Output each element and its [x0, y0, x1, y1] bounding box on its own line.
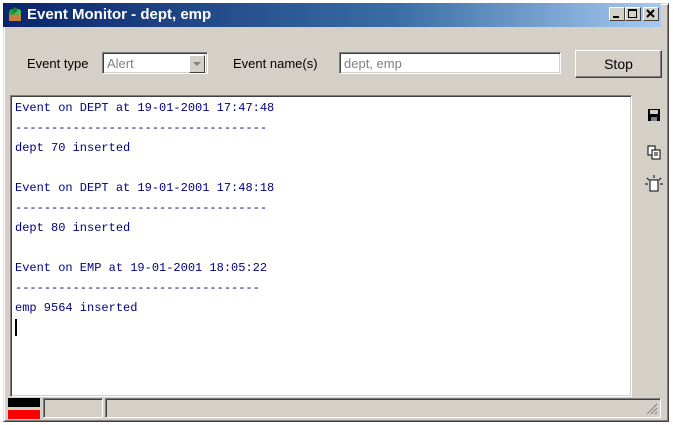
log-line: ----------------------------------- — [15, 201, 268, 215]
log-line: ----------------------------------- — [15, 121, 268, 135]
maximize-icon — [628, 9, 637, 18]
stop-button[interactable]: Stop — [575, 50, 662, 78]
save-icon[interactable] — [645, 106, 663, 124]
log-line: Event on DEPT at 19-01-2001 17:48:18 — [15, 181, 275, 195]
event-type-select[interactable]: Alert — [102, 52, 208, 74]
app-icon — [9, 7, 21, 21]
event-name-value: dept, emp — [344, 56, 402, 71]
maximize-button[interactable] — [625, 7, 641, 21]
event-name-label: Event name(s) — [233, 56, 318, 71]
status-panel-2 — [105, 398, 661, 418]
minimize-icon — [613, 16, 619, 18]
event-type-value: Alert — [107, 56, 134, 71]
copy-icon[interactable] — [645, 143, 663, 161]
event-type-dropdown-button[interactable] — [189, 55, 205, 73]
event-output-area[interactable]: Event on DEPT at 19-01-2001 17:47:48 ----… — [10, 95, 632, 397]
event-type-label: Event type — [27, 56, 89, 71]
status-panel-1 — [43, 398, 103, 418]
close-icon — [646, 9, 655, 18]
log-line: dept 70 inserted — [15, 141, 131, 155]
log-line: dept 80 inserted — [15, 221, 131, 235]
log-line: Event on DEPT at 19-01-2001 17:47:48 — [15, 101, 275, 115]
clear-icon[interactable] — [645, 175, 663, 193]
chevron-down-icon — [193, 62, 201, 66]
status-bar — [7, 396, 663, 420]
event-name-input[interactable]: dept, emp — [339, 52, 561, 74]
title-bar[interactable]: Event Monitor - dept, emp — [3, 3, 661, 27]
log-line: Event on EMP at 19-01-2001 18:05:22 — [15, 261, 268, 275]
resize-grip-icon[interactable] — [646, 403, 658, 415]
minimize-button[interactable] — [609, 7, 625, 21]
log-line: ---------------------------------- — [15, 281, 260, 295]
status-flag-icon — [8, 398, 40, 419]
close-button[interactable] — [643, 7, 659, 21]
text-caret — [15, 319, 17, 336]
log-line: emp 9564 inserted — [15, 301, 138, 315]
window-title: Event Monitor - dept, emp — [27, 6, 212, 23]
